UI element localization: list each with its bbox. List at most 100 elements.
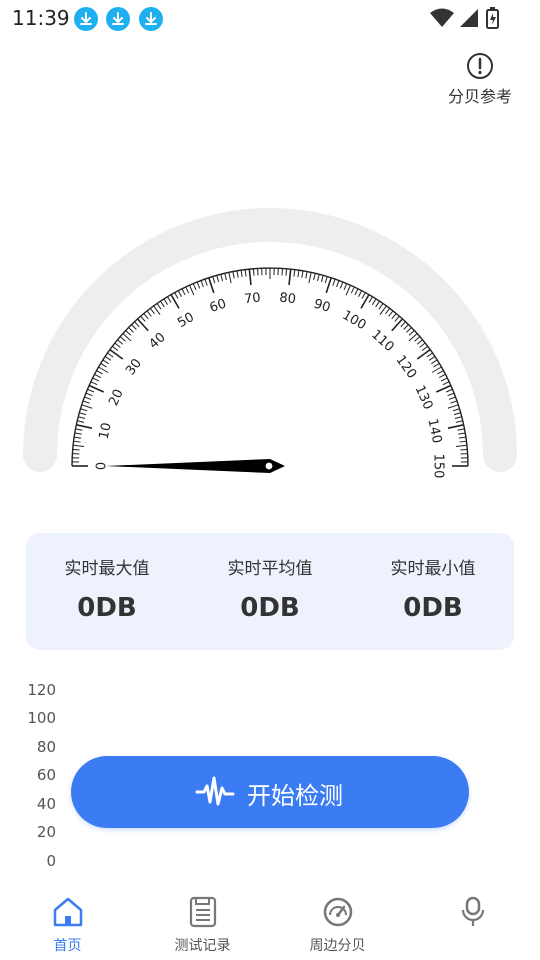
status-bar: 11:39 (0, 0, 540, 36)
stat-max-value: 0DB (77, 593, 137, 623)
gauge-tick-label: 120 (393, 353, 420, 382)
nav-label-nearby: 周边分贝 (309, 938, 366, 954)
gauge-minor-tick (104, 356, 112, 361)
gauge-minor-tick (185, 286, 190, 294)
gauge-minor-tick (368, 296, 373, 303)
gauge-minor-tick (439, 373, 446, 378)
gauge-tick-label: 50 (175, 310, 197, 331)
gauge-minor-tick (87, 388, 95, 393)
gauge-minor-tick (440, 377, 448, 382)
gauge-minor-tick (447, 404, 459, 409)
bottom-navigation: 首页 测试记录 周边分贝 (0, 880, 540, 960)
gauge-minor-tick (433, 363, 440, 368)
gauge-minor-tick (403, 324, 409, 330)
gauge-minor-tick (81, 404, 93, 409)
gauge-minor-tick (82, 400, 90, 404)
gauge-minor-tick (428, 356, 436, 361)
gauge-minor-tick (455, 420, 463, 423)
gauge-major-tick (288, 269, 292, 286)
gauge-minor-tick (285, 268, 288, 276)
gauge-minor-tick (107, 352, 114, 358)
gauge-minor-tick (140, 315, 146, 322)
gauge-minor-tick (111, 345, 119, 351)
gauge-minor-tick (313, 273, 316, 281)
gauge-minor-tick (388, 310, 394, 317)
gauge-tick-label: 150 (431, 454, 446, 479)
nav-item-nearby[interactable]: 周边分贝 (270, 880, 405, 960)
download-icon (74, 7, 98, 31)
gauge-minor-tick (228, 272, 232, 284)
stat-min-value: 0DB (403, 593, 463, 623)
gauge-minor-tick (75, 428, 83, 431)
gauge-minor-tick (102, 359, 110, 365)
gauge-minor-tick (354, 288, 359, 296)
gauge-labels: 0102030405060 70 80 90100110120130140150 (95, 291, 446, 479)
gauge-major-tick (416, 348, 431, 360)
speedometer-icon (323, 897, 353, 927)
battery-icon (486, 7, 499, 29)
nav-item-home[interactable]: 首页 (0, 880, 135, 960)
gauge-minor-tick (336, 280, 340, 288)
gauge-minor-tick (177, 290, 182, 297)
gauge-minor-tick (350, 286, 355, 294)
gauge-minor-tick (74, 432, 82, 435)
gauge-minor-tick (80, 408, 88, 412)
gauge-tick-label: 100 (339, 308, 368, 333)
gauge-minor-tick (90, 381, 98, 386)
history-chart-y-axis: 120 100 80 60 40 20 0 (26, 681, 66, 871)
gauge-tick-label: 60 (208, 297, 228, 316)
gauge-major-tick (76, 424, 93, 429)
gauge-minor-tick (450, 400, 458, 404)
gauge-minor-tick (174, 292, 179, 299)
gauge-minor-tick (448, 396, 456, 400)
gauge-major-tick (447, 424, 464, 429)
gauge-minor-tick (134, 321, 140, 328)
gauge-tick-label: 110 (368, 327, 396, 355)
gauge-minor-tick (220, 274, 223, 282)
gauge-minor-tick (244, 269, 247, 277)
gauge-minor-tick (301, 270, 304, 278)
gauge-major-tick (136, 318, 149, 332)
decibel-reference-label: 分贝参考 (447, 87, 512, 106)
y-tick-label: 40 (36, 795, 56, 813)
gauge-minor-tick (156, 303, 162, 310)
y-tick-label: 20 (36, 823, 56, 841)
gauge-minor-tick (458, 436, 466, 439)
gauge-major-tick (360, 294, 370, 309)
gauge-minor-tick (408, 330, 415, 336)
gauge-major-tick (109, 348, 124, 360)
decibel-reference-button[interactable]: 分贝参考 (442, 52, 518, 106)
gauge-minor-tick (385, 307, 391, 315)
y-tick-label: 60 (36, 766, 56, 784)
gauge-minor-tick (324, 276, 328, 284)
save-list-icon (189, 896, 217, 928)
y-tick-label: 80 (36, 738, 56, 756)
gauge-minor-tick (339, 281, 344, 289)
gauge-minor-tick (308, 272, 312, 284)
y-tick-label: 120 (27, 681, 56, 699)
gauge-minor-tick (459, 440, 467, 443)
gauge-major-tick (391, 318, 404, 332)
gauge-minor-tick (419, 342, 426, 348)
gauge-minor-tick (375, 300, 380, 308)
nav-label-records: 测试记录 (174, 938, 231, 954)
signal-icon (460, 9, 478, 27)
start-detection-button[interactable]: 开始检测 (71, 756, 469, 828)
home-icon (53, 897, 83, 927)
gauge-minor-tick (305, 271, 308, 279)
gauge-minor-tick (204, 278, 208, 286)
nav-item-microphone[interactable] (405, 880, 540, 960)
gauge-minor-tick (240, 270, 243, 278)
nav-item-records[interactable]: 测试记录 (135, 880, 270, 960)
gauge-minor-tick (72, 448, 80, 451)
gauge-minor-tick (146, 310, 152, 317)
info-circle-icon (467, 53, 493, 79)
wifi-icon (430, 8, 454, 27)
gauge-minor-tick (192, 283, 197, 291)
stat-avg-label: 实时平均值 (227, 559, 313, 579)
gauge-minor-tick (232, 271, 235, 279)
gauge-major-tick (170, 294, 180, 309)
gauge-tick-label: 90 (312, 297, 332, 316)
gauge-minor-tick (167, 296, 172, 303)
gauge-minor-tick (378, 303, 384, 310)
